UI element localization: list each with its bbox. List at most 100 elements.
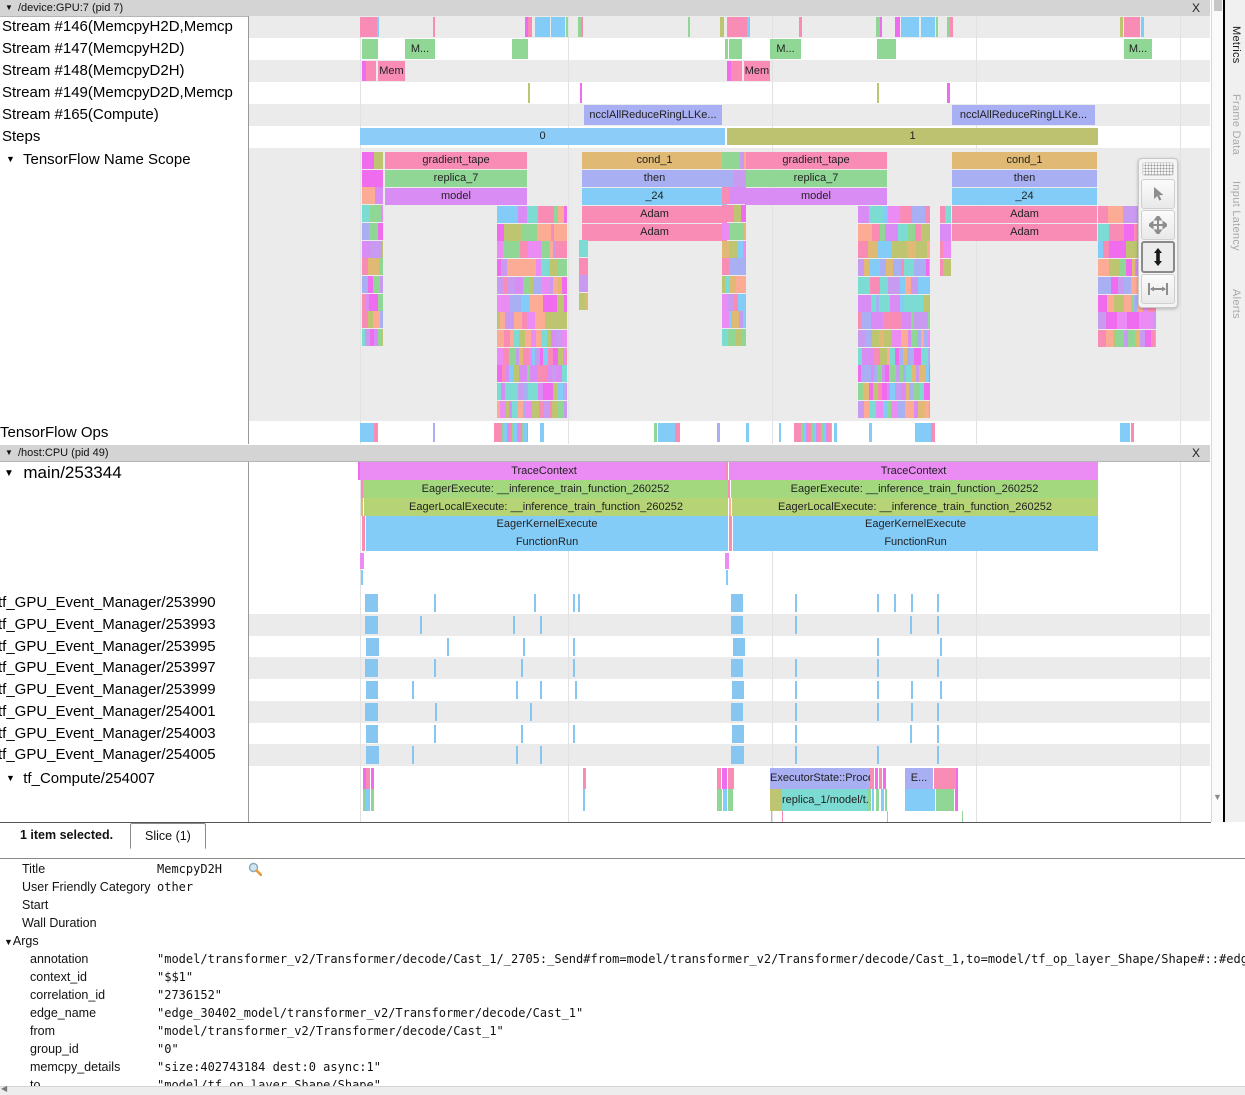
flame-event[interactable]	[866, 348, 873, 365]
gpu-event-tick[interactable]	[573, 659, 575, 677]
collapse-arrow-icon[interactable]: ▼	[4, 468, 14, 479]
trace-event[interactable]	[362, 39, 378, 59]
flame-event[interactable]	[523, 259, 536, 276]
step-marker[interactable]: 1	[727, 128, 1098, 145]
trace-event[interactable]	[654, 423, 657, 442]
flame-event[interactable]	[925, 206, 930, 223]
gpu-event-tick[interactable]	[412, 681, 414, 699]
gpu-event-tick[interactable]	[940, 681, 942, 699]
flame-event[interactable]	[1098, 277, 1111, 294]
flame-event[interactable]	[1124, 277, 1131, 294]
trace-event[interactable]	[377, 17, 379, 37]
gpu-event-tick[interactable]	[513, 616, 515, 634]
zoom-tool-button[interactable]	[1141, 241, 1175, 273]
flame-event[interactable]	[883, 312, 892, 329]
flame-event[interactable]	[879, 295, 890, 312]
flame-event[interactable]	[1106, 330, 1113, 347]
flame-event[interactable]	[913, 383, 920, 400]
flame-event[interactable]	[722, 205, 734, 222]
trace-event[interactable]	[1141, 17, 1144, 37]
flame-event[interactable]	[872, 224, 880, 241]
flame-event[interactable]	[858, 241, 868, 258]
trace-event[interactable]	[877, 39, 896, 59]
flame-event[interactable]	[1128, 330, 1135, 347]
compute-event[interactable]	[879, 768, 882, 789]
host-event[interactable]: TraceContext	[360, 462, 728, 480]
flame-event[interactable]	[549, 259, 558, 276]
args-section-header[interactable]: ▼Args	[4, 932, 39, 951]
flame-event[interactable]	[557, 401, 564, 418]
side-tab-metrics[interactable]: Metrics	[1230, 26, 1242, 64]
horizontal-scrollbar[interactable]: ◀	[0, 1086, 1245, 1095]
flame-event[interactable]	[858, 330, 865, 347]
gpu-event-block[interactable]	[731, 659, 743, 677]
flame-event[interactable]	[722, 258, 729, 275]
namescope-event[interactable]: then	[582, 170, 727, 187]
gpu-event-block[interactable]	[366, 638, 379, 656]
namescope-event[interactable]: cond_1	[952, 152, 1097, 169]
flame-event[interactable]	[521, 295, 530, 312]
flame-event[interactable]	[1109, 259, 1119, 276]
flame-event[interactable]	[368, 258, 379, 275]
flame-event[interactable]	[945, 206, 951, 223]
gpu-event-tick[interactable]	[877, 638, 879, 656]
flame-event[interactable]	[888, 206, 900, 223]
flame-event[interactable]	[505, 383, 512, 400]
compute-tick[interactable]	[962, 811, 963, 822]
compute-event[interactable]	[868, 789, 871, 811]
flame-event[interactable]	[918, 401, 925, 418]
flame-event[interactable]	[370, 205, 381, 222]
trace-event[interactable]	[658, 423, 675, 442]
collapse-arrow-icon[interactable]: ▼	[5, 445, 13, 461]
compute-event[interactable]	[936, 789, 954, 811]
compute-event[interactable]	[885, 789, 887, 811]
flame-event[interactable]	[378, 294, 383, 311]
host-event[interactable]: FunctionRun	[733, 533, 1098, 551]
flame-event[interactable]	[890, 295, 900, 312]
flame-event[interactable]	[374, 152, 383, 169]
compute-event[interactable]	[717, 768, 721, 789]
flame-event[interactable]	[566, 348, 567, 365]
trace-event[interactable]	[366, 61, 376, 81]
flame-event[interactable]	[914, 259, 922, 276]
gpu-event-block[interactable]	[731, 703, 743, 721]
flame-event[interactable]	[579, 275, 588, 292]
flame-event[interactable]	[914, 312, 928, 329]
flame-event[interactable]	[871, 312, 883, 329]
flame-event[interactable]	[541, 241, 550, 258]
gpu-event-tick[interactable]	[435, 703, 437, 721]
flame-event[interactable]	[880, 348, 887, 365]
flame-event[interactable]	[734, 170, 746, 187]
flame-event[interactable]	[378, 223, 383, 240]
flame-event[interactable]	[535, 312, 545, 329]
flame-event[interactable]	[585, 293, 588, 310]
flame-event[interactable]	[369, 223, 378, 240]
trace-event[interactable]: M...	[770, 39, 801, 59]
flame-event[interactable]	[918, 277, 930, 294]
gpu-event-tick[interactable]	[575, 681, 577, 699]
flame-event[interactable]	[579, 258, 588, 275]
row-label-tensorflow-name-scope[interactable]: ▼ TensorFlow Name Scope	[6, 151, 191, 168]
namescope-event[interactable]: gradient_tape	[745, 152, 887, 169]
flame-event[interactable]	[545, 312, 558, 329]
flame-event[interactable]	[735, 329, 742, 346]
gpu-event-tick[interactable]	[434, 594, 436, 612]
host-sliver[interactable]	[358, 462, 360, 480]
host-sliver[interactable]	[725, 553, 729, 569]
gpu-event-tick[interactable]	[911, 703, 913, 721]
compute-event[interactable]	[876, 789, 879, 811]
host-sliver[interactable]	[361, 570, 363, 585]
trace-event[interactable]	[580, 83, 582, 103]
row-label-stream[interactable]: Stream #146(MemcpyH2D,Memcp	[2, 18, 246, 35]
flame-event[interactable]	[1108, 206, 1123, 223]
gpu-event-tick[interactable]	[573, 594, 575, 612]
trace-event[interactable]	[1131, 423, 1134, 442]
gpu-event-tick[interactable]	[540, 746, 542, 764]
flame-event[interactable]	[520, 241, 528, 258]
gpu-event-tick[interactable]	[795, 725, 797, 743]
gpu-event-tick[interactable]	[534, 594, 536, 612]
trace-event[interactable]	[936, 17, 938, 37]
flame-event[interactable]	[732, 311, 739, 328]
flame-event[interactable]	[892, 241, 907, 258]
flame-event[interactable]	[722, 152, 740, 169]
